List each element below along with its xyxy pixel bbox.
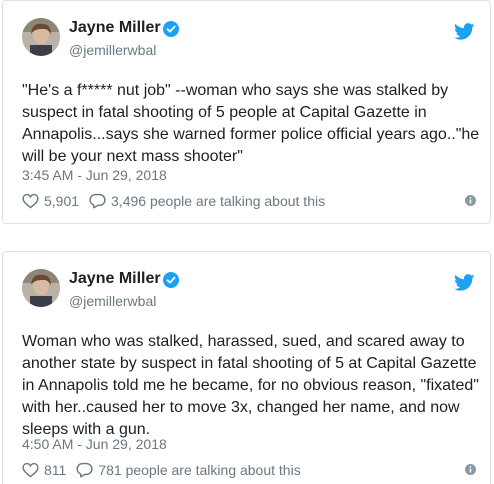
info-icon[interactable] (465, 464, 476, 475)
like-count[interactable]: 5,901 (44, 193, 79, 209)
like-count[interactable]: 811 (44, 462, 66, 478)
tweet-timestamp[interactable]: 4:50 AM - Jun 29, 2018 (22, 436, 167, 452)
talking-count[interactable]: 3,496 people are talking about this (111, 193, 325, 209)
tweet-actions: 811 781 people are talking about this (22, 460, 301, 480)
author-name[interactable]: Jayne Miller (69, 19, 161, 37)
tweet-card[interactable]: Jayne Miller @jemillerwbal "He's a f****… (2, 0, 491, 224)
avatar[interactable] (22, 269, 60, 307)
verified-badge-icon (163, 21, 179, 37)
reply-bubble-icon[interactable] (89, 193, 106, 209)
twitter-bird-icon[interactable] (454, 274, 475, 291)
tweet-text: Woman who was stalked, harassed, sued, a… (22, 333, 479, 438)
tweet-card[interactable]: Jayne Miller @jemillerwbal Woman who was… (2, 251, 491, 484)
heart-icon[interactable] (22, 462, 39, 478)
author-handle[interactable]: @jemillerwbal (69, 42, 156, 58)
talking-count[interactable]: 781 people are talking about this (98, 462, 300, 478)
tweet-text: "He's a f***** nut job" --woman who says… (22, 82, 480, 165)
twitter-bird-icon[interactable] (454, 23, 475, 40)
reply-bubble-icon[interactable] (76, 462, 93, 478)
tweet-timestamp[interactable]: 3:45 AM - Jun 29, 2018 (22, 167, 167, 183)
info-icon[interactable] (465, 195, 476, 206)
avatar[interactable] (22, 18, 60, 56)
heart-icon[interactable] (22, 193, 39, 209)
author-name[interactable]: Jayne Miller (69, 270, 161, 288)
tweet-actions: 5,901 3,496 people are talking about thi… (22, 191, 325, 211)
author-handle[interactable]: @jemillerwbal (69, 293, 156, 309)
verified-badge-icon (163, 272, 179, 288)
